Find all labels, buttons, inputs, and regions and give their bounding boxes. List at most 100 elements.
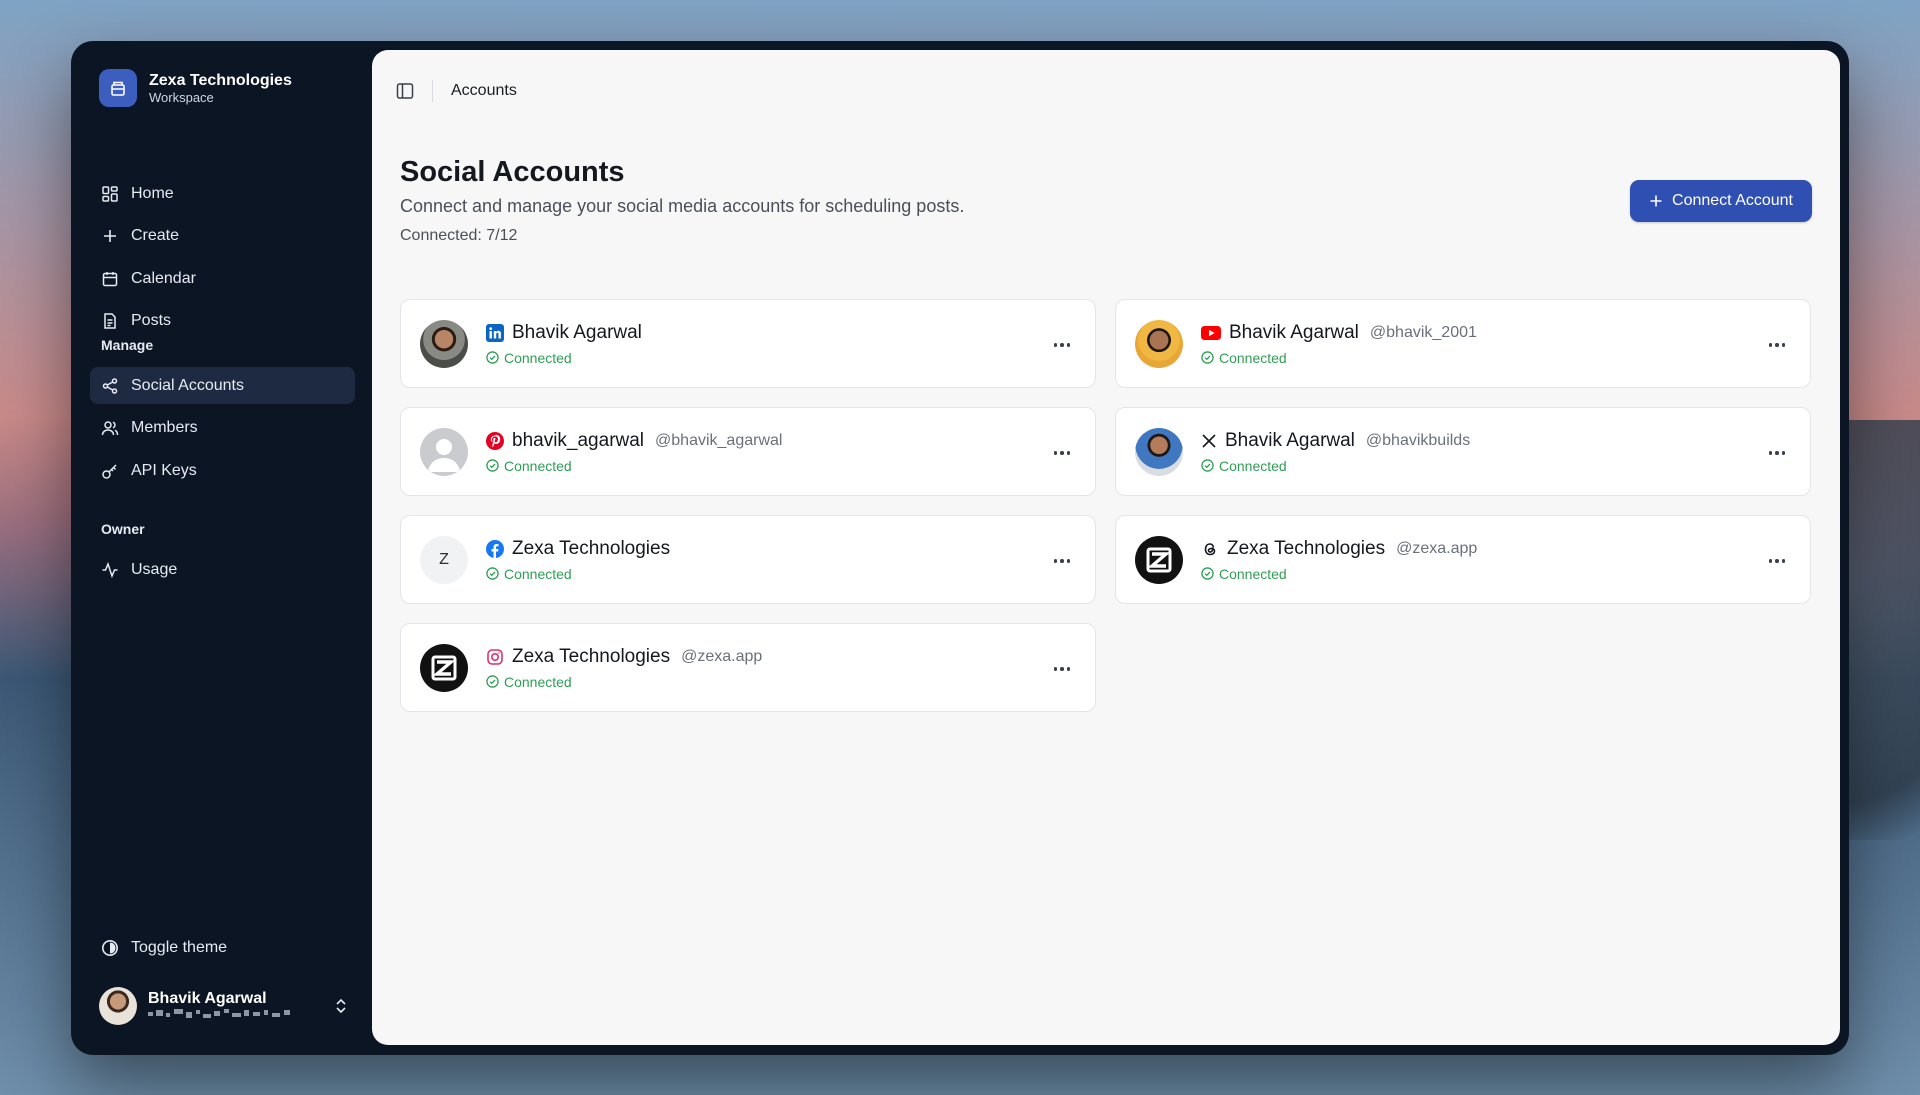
- nav-label-posts: Posts: [131, 312, 172, 329]
- youtube-icon: [1201, 325, 1221, 340]
- account-card[interactable]: Bhavik Agarwal Connected: [400, 299, 1096, 388]
- app-window: Zexa Technologies Workspace Home Create …: [71, 41, 1849, 1055]
- account-name: Bhavik Agarwal: [1229, 321, 1359, 343]
- toggle-theme-button[interactable]: Toggle theme: [101, 939, 227, 957]
- main-nav: Home Create Calendar Posts: [90, 175, 355, 345]
- more-options-icon[interactable]: [1766, 444, 1788, 462]
- check-circle-icon: [1201, 567, 1214, 580]
- topbar-divider: [432, 80, 433, 102]
- account-status: Connected: [1219, 457, 1287, 474]
- sidebar: Zexa Technologies Workspace Home Create …: [71, 41, 372, 1055]
- account-name: Bhavik Agarwal: [512, 321, 642, 343]
- plus-icon: [104, 230, 116, 242]
- account-card[interactable]: bhavik_agarwal @bhavik_agarwal Connected: [400, 407, 1096, 496]
- main-panel: Accounts Social Accounts Connect and man…: [372, 50, 1840, 1045]
- account-avatar: [420, 319, 468, 368]
- nav-label-calendar: Calendar: [131, 269, 196, 287]
- account-name: Zexa Technologies: [512, 537, 671, 559]
- account-card[interactable]: Bhavik Agarwal @bhavik_2001 Connected: [1115, 299, 1811, 388]
- check-circle-icon: [486, 351, 499, 364]
- account-status: Connected: [1219, 565, 1287, 582]
- more-options-icon[interactable]: [1051, 552, 1073, 570]
- threads-icon: [1204, 542, 1216, 555]
- section-label-manage: Manage: [101, 337, 154, 353]
- manage-nav: Manage Social Accounts Members API Keys: [90, 337, 355, 495]
- connect-account-button[interactable]: Connect Account: [1630, 180, 1812, 222]
- account-handle: @zexa.app: [681, 647, 763, 665]
- sidebar-toggle-icon[interactable]: [396, 82, 414, 100]
- nav-item-usage[interactable]: Usage: [90, 551, 355, 588]
- accounts-grid: Bhavik Agarwal Connected Bhavik Agarwal: [400, 299, 1811, 712]
- home-grid-icon: [102, 185, 118, 202]
- account-card[interactable]: Zexa Technologies @zexa.app Connected: [400, 623, 1096, 712]
- chevron-up-down-icon: [336, 998, 346, 1014]
- more-options-icon[interactable]: [1051, 336, 1073, 354]
- nav-item-posts[interactable]: Posts: [90, 303, 355, 340]
- check-circle-icon: [486, 675, 499, 688]
- zexa-logo-avatar: [420, 643, 468, 692]
- account-avatar: [1135, 427, 1183, 476]
- nav-label-usage: Usage: [131, 560, 178, 578]
- linkedin-icon: [486, 323, 504, 342]
- user-avatar: [99, 987, 137, 1025]
- workspace-subtitle: Workspace: [149, 89, 214, 105]
- account-card[interactable]: Bhavik Agarwal @bhavikbuilds Connected: [1115, 407, 1811, 496]
- account-handle: @bhavik_2001: [1369, 323, 1477, 341]
- more-options-icon[interactable]: [1766, 336, 1788, 354]
- breadcrumb: Accounts: [451, 82, 517, 99]
- plus-icon: [1650, 195, 1662, 207]
- account-handle: @zexa.app: [1396, 539, 1478, 557]
- page-subtitle: Connect and manage your social media acc…: [400, 196, 965, 216]
- check-circle-icon: [486, 567, 499, 580]
- activity-icon: [102, 561, 118, 578]
- account-name: Zexa Technologies: [512, 645, 671, 667]
- account-handle: @bhavik_agarwal: [655, 431, 783, 449]
- nav-item-home[interactable]: Home: [90, 175, 355, 212]
- user-name: Bhavik Agarwal: [148, 989, 267, 1007]
- account-handle: @bhavikbuilds: [1365, 431, 1471, 449]
- more-options-icon[interactable]: [1766, 552, 1788, 570]
- pinterest-icon: [486, 431, 504, 450]
- account-name: bhavik_agarwal: [512, 429, 645, 451]
- nav-item-create[interactable]: Create: [90, 218, 355, 255]
- account-status: Connected: [504, 457, 572, 474]
- account-status: Connected: [504, 673, 572, 690]
- avatar-letter: Z: [439, 550, 449, 568]
- account-name: Bhavik Agarwal: [1225, 429, 1355, 451]
- nav-item-calendar[interactable]: Calendar: [90, 260, 355, 297]
- topbar: Accounts: [396, 72, 517, 110]
- more-options-icon[interactable]: [1051, 660, 1073, 678]
- nav-item-social-accounts[interactable]: Social Accounts: [90, 367, 355, 404]
- check-circle-icon: [1201, 351, 1214, 364]
- page-title: Social Accounts: [400, 156, 625, 188]
- account-card[interactable]: Zexa Technologies @zexa.app Connected: [1115, 515, 1811, 604]
- calendar-icon: [102, 271, 118, 286]
- check-circle-icon: [486, 459, 499, 472]
- account-name: Zexa Technologies: [1227, 537, 1386, 559]
- user-menu[interactable]: Bhavik Agarwal: [99, 987, 349, 1025]
- account-card[interactable]: Z Zexa Technologies Connected: [400, 515, 1096, 604]
- x-twitter-icon: [1202, 433, 1216, 448]
- instagram-icon: [487, 648, 503, 665]
- workspace-switcher[interactable]: Zexa Technologies Workspace: [99, 69, 292, 107]
- nav-label-create: Create: [131, 227, 180, 244]
- account-status: Connected: [504, 349, 572, 366]
- owner-nav: Owner Usage: [90, 521, 355, 594]
- account-status: Connected: [1219, 349, 1287, 366]
- account-status: Connected: [504, 565, 572, 582]
- workspace-logo-icon: [99, 69, 137, 107]
- check-circle-icon: [1201, 459, 1214, 472]
- users-icon: [101, 421, 119, 436]
- more-options-icon[interactable]: [1051, 444, 1073, 462]
- facebook-icon: [486, 539, 504, 558]
- nav-item-api-keys[interactable]: API Keys: [90, 452, 355, 489]
- key-icon: [102, 463, 117, 479]
- user-email-redacted: [148, 1008, 298, 1023]
- account-avatar: [1135, 319, 1183, 368]
- zexa-logo-avatar: [1135, 535, 1183, 584]
- nav-label-social-accounts: Social Accounts: [131, 376, 244, 394]
- toggle-theme-label: Toggle theme: [131, 939, 228, 956]
- nav-item-members[interactable]: Members: [90, 410, 355, 447]
- account-avatar-letter: Z: [420, 535, 468, 584]
- nav-label-home: Home: [131, 184, 174, 202]
